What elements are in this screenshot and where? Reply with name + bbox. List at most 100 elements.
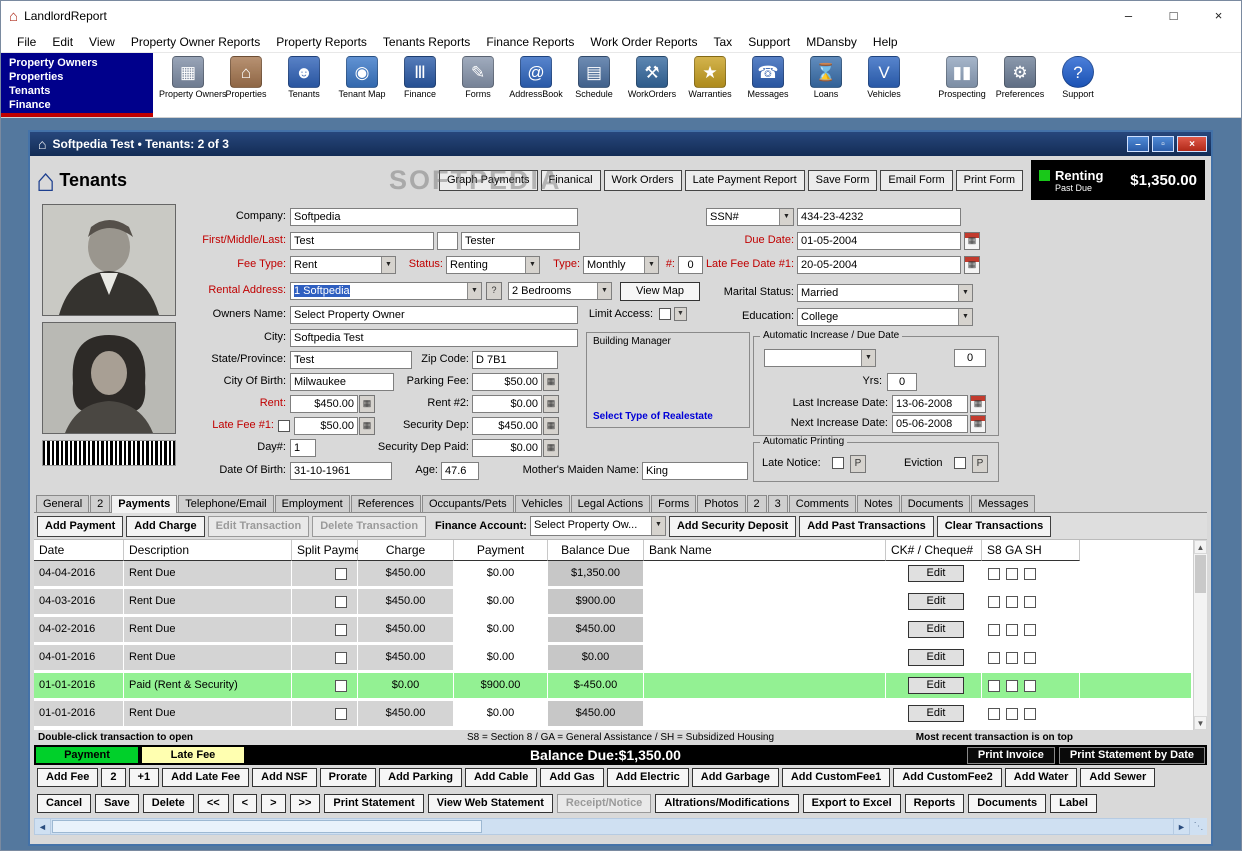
zip-field[interactable]: D 7B1 <box>472 351 558 369</box>
header-work-orders-button[interactable]: Work Orders <box>603 169 682 191</box>
scroll-thumb[interactable] <box>52 820 482 833</box>
city-of-birth-field[interactable]: Milwaukee <box>290 373 394 391</box>
toolbar-warranties[interactable]: ★ Warranties <box>681 55 739 99</box>
menu-help[interactable]: Help <box>865 33 906 51</box>
add-fee-button[interactable]: Add Fee <box>37 768 99 787</box>
tab-2-1[interactable]: 2 <box>90 495 111 512</box>
tab-vehicles-7[interactable]: Vehicles <box>514 495 570 512</box>
select-realestate-link[interactable]: Select Type of Realestate <box>593 411 713 422</box>
child-close-button[interactable]: × <box>1177 136 1207 152</box>
resize-grip-icon[interactable]: ⋱ <box>1190 818 1207 835</box>
limit-access-dropdown-icon[interactable]: ▼ <box>674 307 687 321</box>
toolbar-workorders[interactable]: ⚒ WorkOrders <box>623 55 681 99</box>
add-gas-button[interactable]: Add Gas <box>540 768 604 787</box>
tab-messages-16[interactable]: Messages <box>971 495 1036 512</box>
age-field[interactable]: 47.6 <box>441 462 479 480</box>
late-notice-checkbox[interactable] <box>832 457 844 469</box>
s8-ga-sh-checkbox[interactable] <box>988 707 1000 720</box>
chevron-down-icon[interactable]: ▼ <box>779 209 793 225</box>
s8-ga-sh-checkbox[interactable] <box>1006 679 1018 692</box>
auto-increase-amount-field[interactable]: 0 <box>954 349 986 367</box>
documents-button[interactable]: Documents <box>968 793 1047 813</box>
rent-calc-icon[interactable]: ▦ <box>359 395 375 413</box>
menu-tenants-reports[interactable]: Tenants Reports <box>375 33 478 51</box>
rent-field[interactable]: $450.00 <box>290 395 358 413</box>
chevron-down-icon[interactable]: ▼ <box>861 350 875 366</box>
maximize-button[interactable]: □ <box>1151 1 1196 31</box>
tenant-window-titlebar[interactable]: ⌂ Softpedia Test • Tenants: 2 of 3 – ▫ × <box>30 132 1211 156</box>
menu-property-reports[interactable]: Property Reports <box>268 33 375 51</box>
tab-legal-actions-8[interactable]: Legal Actions <box>570 495 651 512</box>
toolbar-tenant-map[interactable]: ◉ Tenant Map <box>333 55 391 99</box>
tab-notes-14[interactable]: Notes <box>856 495 900 512</box>
edit-transaction-button[interactable]: Edit <box>908 565 964 582</box>
scroll-up-icon[interactable]: ▲ <box>1194 540 1207 554</box>
due-date-field[interactable]: 01-05-2004 <box>797 232 961 250</box>
late-notice-print-button[interactable]: P <box>850 455 866 473</box>
add-security-deposit-button[interactable]: Add Security Deposit <box>668 515 797 537</box>
add-past-transactions-button[interactable]: Add Past Transactions <box>799 515 934 537</box>
tab-2-11[interactable]: 2 <box>746 495 767 512</box>
menu-finance-reports[interactable]: Finance Reports <box>478 33 582 51</box>
toolbar-vehicles[interactable]: V Vehicles <box>855 55 913 99</box>
2-button[interactable]: 2 <box>101 768 126 787</box>
toolbar-property-owners[interactable]: ▦ Property Owners <box>159 55 227 99</box>
s8-ga-sh-checkbox[interactable] <box>988 651 1000 664</box>
print-statement-button[interactable]: Print Statement <box>324 793 424 813</box>
table-row-3[interactable]: 04-01-2016 Rent Due $450.00 $0.00 $0.00 Edit <box>34 645 1192 670</box>
s8-ga-sh-checkbox[interactable] <box>1006 651 1018 664</box>
tab-general-0[interactable]: General <box>36 495 90 512</box>
nav-property-owners[interactable]: Property Owners <box>9 56 153 70</box>
delete-button[interactable]: Delete <box>142 793 194 813</box>
tab-comments-13[interactable]: Comments <box>788 495 856 512</box>
scroll-right-icon[interactable]: ► <box>1173 818 1190 835</box>
menu-file[interactable]: File <box>9 33 44 51</box>
nav-tenants[interactable]: Tenants <box>9 84 153 98</box>
s8-ga-sh-checkbox[interactable] <box>988 595 1000 608</box>
toolbar-tenants[interactable]: ☻ Tenants <box>275 55 333 99</box>
auto-increase-select[interactable]: ▼ <box>764 349 876 367</box>
edit-transaction-button[interactable]: Edit <box>908 677 964 694</box>
toolbar-finance[interactable]: Ⅲ Finance <box>391 55 449 99</box>
edit-transaction-button[interactable]: Edit <box>908 593 964 610</box>
limit-access-checkbox[interactable] <box>659 308 671 320</box>
add-garbage-button[interactable]: Add Garbage <box>691 768 779 787</box>
type-select[interactable]: Monthly ▼ <box>583 256 659 274</box>
tab-payments-2[interactable]: Payments <box>111 495 178 513</box>
child-restore-button[interactable]: ▫ <box>1152 136 1174 152</box>
late-fee-date1-calendar-icon[interactable]: ▦ <box>964 256 980 274</box>
ssn-field[interactable]: 434-23-4232 <box>797 208 961 226</box>
nav-properties[interactable]: Properties <box>9 70 153 84</box>
scroll-thumb[interactable] <box>1195 555 1206 593</box>
s8-ga-sh-checkbox[interactable] <box>988 567 1000 580</box>
s8-ga-sh-checkbox[interactable] <box>1006 623 1018 636</box>
ssn-select[interactable]: SSN# ▼ <box>706 208 794 226</box>
item-button[interactable]: < <box>232 793 258 813</box>
edit-transaction-button[interactable]: Edit <box>908 705 964 722</box>
reports-button[interactable]: Reports <box>904 793 965 813</box>
tab-references-5[interactable]: References <box>350 495 421 512</box>
chevron-down-icon[interactable]: ▼ <box>525 257 539 273</box>
add-sewer-button[interactable]: Add Sewer <box>1080 768 1156 787</box>
save-button[interactable]: Save <box>95 793 139 813</box>
add-late-fee-button[interactable]: Add Late Fee <box>162 768 250 787</box>
status-select[interactable]: Renting ▼ <box>446 256 540 274</box>
rent2-calc-icon[interactable]: ▦ <box>543 395 559 413</box>
chevron-down-icon[interactable]: ▼ <box>644 257 658 273</box>
chevron-down-icon[interactable]: ▼ <box>958 285 972 301</box>
security-dep-paid-calc-icon[interactable]: ▦ <box>543 439 559 457</box>
edit-transaction-button[interactable]: Edit <box>908 621 964 638</box>
eviction-print-button[interactable]: P <box>972 455 988 473</box>
s8-ga-sh-checkbox[interactable] <box>988 679 1000 692</box>
table-row-2[interactable]: 04-02-2016 Rent Due $450.00 $0.00 $450.00 Edi… <box>34 617 1192 642</box>
menu-tax[interactable]: Tax <box>706 33 741 51</box>
next-increase-field[interactable]: 05-06-2008 <box>892 415 968 433</box>
1-button[interactable]: +1 <box>128 768 160 787</box>
print-statement-by-date-button[interactable]: Print Statement by Date <box>1058 746 1205 764</box>
s8-ga-sh-checkbox[interactable] <box>1024 679 1036 692</box>
horizontal-scrollbar[interactable]: ◄ ► ⋱ <box>34 818 1207 835</box>
next-increase-calendar-icon[interactable]: ▦ <box>970 415 986 433</box>
split-payment-checkbox[interactable] <box>335 651 347 664</box>
city-field[interactable]: Softpedia Test <box>290 329 578 347</box>
split-payment-checkbox[interactable] <box>335 595 347 608</box>
